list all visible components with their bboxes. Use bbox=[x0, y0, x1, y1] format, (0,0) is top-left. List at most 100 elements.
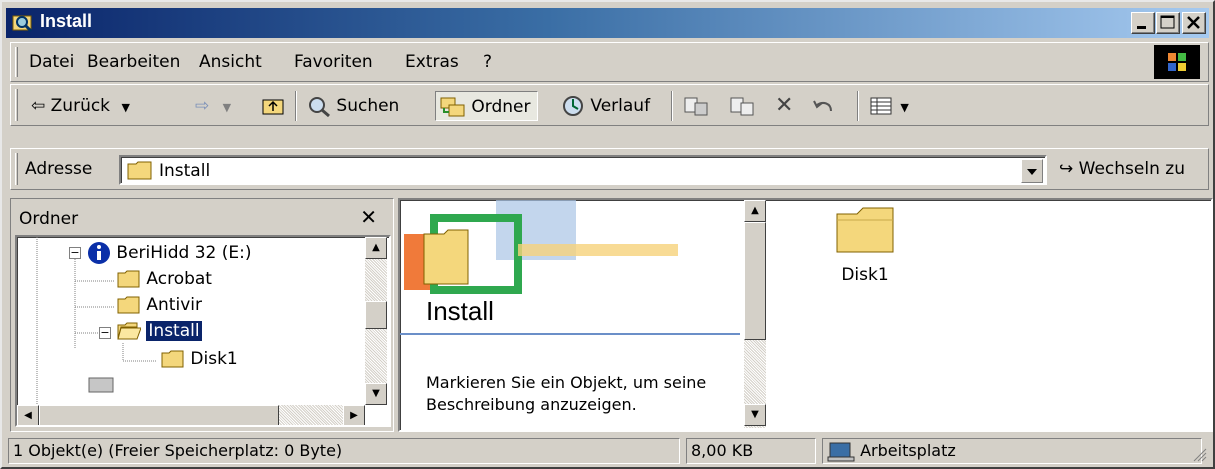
undo-button[interactable] bbox=[811, 91, 837, 121]
my-computer-icon bbox=[827, 442, 855, 461]
menu-edit[interactable]: Bearbeiten bbox=[87, 52, 180, 72]
address-bar: Adresse Install ↪ Wechseln zu bbox=[10, 148, 1209, 190]
scroll-down-button[interactable]: ▼ bbox=[744, 404, 766, 426]
folder-tree: − − BeriHidd 32 (E:) Acrobat Antivir Ins… bbox=[15, 235, 391, 427]
menu-file[interactable]: Datei bbox=[29, 52, 74, 72]
file-item-label: Disk1 bbox=[841, 265, 889, 285]
tree-horizontal-scrollbar[interactable]: ◀ ▶ bbox=[17, 405, 365, 425]
tree-item-drive[interactable]: BeriHidd 32 (E:) bbox=[87, 241, 252, 265]
back-button[interactable]: ⇦ Zurück ▼ bbox=[31, 91, 130, 121]
history-button[interactable]: Verlauf bbox=[561, 91, 650, 121]
content-pane: Install Markieren Sie ein Objekt, um sei… bbox=[398, 198, 1213, 432]
search-label: Suchen bbox=[336, 96, 400, 116]
address-dropdown-button[interactable] bbox=[1021, 159, 1043, 183]
tree-vertical-scrollbar[interactable]: ▲ ▼ bbox=[365, 237, 387, 405]
back-dropdown-icon[interactable]: ▼ bbox=[121, 101, 129, 114]
address-label: Adresse bbox=[25, 159, 93, 179]
views-button[interactable]: ▼ bbox=[869, 91, 909, 121]
forward-dropdown-icon[interactable]: ▼ bbox=[223, 101, 231, 114]
delete-icon: ✕ bbox=[775, 93, 794, 118]
menu-favorites[interactable]: Favoriten bbox=[294, 52, 373, 72]
up-folder-icon bbox=[262, 99, 284, 115]
minimize-button[interactable] bbox=[1131, 12, 1155, 34]
scroll-thumb[interactable] bbox=[744, 222, 766, 340]
menu-view[interactable]: Ansicht bbox=[199, 52, 262, 72]
status-zone: Arbeitsplatz bbox=[822, 438, 1202, 464]
scroll-thumb[interactable] bbox=[39, 405, 279, 425]
folder-icon bbox=[836, 207, 894, 253]
status-bar: 1 Objekt(e) (Freier Speicherplatz: 0 Byt… bbox=[6, 436, 1209, 466]
up-folder-button[interactable] bbox=[261, 91, 285, 121]
scroll-up-button[interactable]: ▲ bbox=[365, 237, 387, 259]
chevron-down-icon bbox=[1027, 169, 1037, 175]
explorer-window: Install Datei Bearbeiten Ansicht Favorit… bbox=[0, 0, 1215, 469]
scroll-down-button[interactable]: ▼ bbox=[365, 383, 387, 405]
tree-item-label: Acrobat bbox=[146, 269, 212, 289]
forward-button[interactable]: ⇨ ▼ bbox=[195, 91, 231, 121]
menu-bar-grip[interactable] bbox=[15, 47, 18, 77]
close-button[interactable] bbox=[1182, 12, 1206, 34]
web-view-title: Install bbox=[426, 296, 494, 326]
toolbar-grip[interactable] bbox=[15, 89, 18, 121]
address-bar-grip[interactable] bbox=[15, 153, 18, 185]
delete-button[interactable]: ✕ bbox=[775, 91, 793, 121]
folder-pane: Ordner ✕ − − BeriHidd 32 (E:) Acrobat An… bbox=[10, 198, 394, 432]
copy-to-button[interactable] bbox=[729, 91, 755, 121]
tree-item-partial[interactable] bbox=[87, 375, 117, 395]
folder-icon bbox=[117, 270, 140, 288]
web-view-panel: Install Markieren Sie ein Objekt, um sei… bbox=[400, 200, 770, 430]
go-arrow-icon: ↪ bbox=[1059, 159, 1074, 179]
tree-item-antivir[interactable]: Antivir bbox=[117, 295, 202, 315]
explorer-search-icon bbox=[12, 15, 33, 33]
scroll-right-button[interactable]: ▶ bbox=[343, 405, 365, 425]
address-input[interactable]: Install bbox=[119, 155, 1047, 185]
move-to-button[interactable] bbox=[683, 91, 709, 121]
menu-bar: Datei Bearbeiten Ansicht Favoriten Extra… bbox=[10, 42, 1209, 82]
views-dropdown-icon[interactable]: ▼ bbox=[900, 101, 908, 114]
toolbar-separator bbox=[295, 91, 297, 121]
folder-pane-title: Ordner bbox=[19, 209, 79, 229]
web-view-description: Markieren Sie ein Objekt, um seine Besch… bbox=[426, 373, 707, 414]
maximize-icon bbox=[1160, 15, 1175, 29]
scroll-left-button[interactable]: ◀ bbox=[17, 405, 39, 425]
standard-toolbar: ⇦ Zurück ▼ ⇨ ▼ Suchen Ordner Verlauf ✕ ▼ bbox=[10, 84, 1209, 126]
open-folder-icon bbox=[117, 322, 142, 340]
toolbar-separator bbox=[857, 91, 859, 121]
status-objects: 1 Objekt(e) (Freier Speicherplatz: 0 Byt… bbox=[8, 438, 680, 464]
maximize-button[interactable] bbox=[1156, 12, 1180, 34]
minimize-icon bbox=[1137, 26, 1146, 29]
menu-tools[interactable]: Extras bbox=[405, 52, 459, 72]
scroll-up-button[interactable]: ▲ bbox=[744, 200, 766, 222]
title-bar[interactable]: Install bbox=[6, 8, 1209, 38]
address-value: Install bbox=[159, 161, 211, 181]
folder-icon bbox=[161, 350, 184, 368]
copy-to-icon bbox=[730, 97, 754, 116]
scroll-thumb[interactable] bbox=[365, 301, 387, 329]
toolbar-separator bbox=[671, 91, 673, 121]
back-arrow-icon: ⇦ bbox=[31, 96, 46, 116]
go-label: Wechseln zu bbox=[1078, 159, 1185, 179]
search-button[interactable]: Suchen bbox=[307, 91, 399, 121]
info-drive-icon bbox=[88, 242, 110, 264]
file-item-disk1[interactable]: Disk1 bbox=[820, 204, 910, 285]
windows-flag-icon bbox=[1168, 53, 1186, 71]
resize-grip-icon[interactable] bbox=[1191, 446, 1207, 462]
folder-pane-close-icon[interactable]: ✕ bbox=[360, 205, 377, 229]
history-label: Verlauf bbox=[590, 96, 651, 116]
tree-item-install[interactable]: Install bbox=[117, 320, 203, 342]
tree-item-label: BeriHidd 32 (E:) bbox=[116, 243, 252, 263]
collapse-install-button[interactable]: − bbox=[99, 327, 111, 339]
menu-help[interactable]: ? bbox=[483, 52, 492, 72]
history-icon bbox=[563, 96, 583, 116]
windows-logo bbox=[1154, 45, 1200, 79]
tree-item-label: Antivir bbox=[146, 295, 202, 315]
tree-item-label: Disk1 bbox=[190, 349, 238, 369]
web-view-scrollbar[interactable]: ▲ ▼ bbox=[744, 200, 766, 428]
move-to-icon bbox=[684, 97, 708, 116]
go-button[interactable]: ↪ Wechseln zu bbox=[1059, 159, 1185, 179]
collapse-drive-button[interactable]: − bbox=[69, 247, 81, 259]
tree-item-acrobat[interactable]: Acrobat bbox=[117, 269, 212, 289]
folders-button[interactable]: Ordner bbox=[435, 91, 538, 121]
tree-item-disk1[interactable]: Disk1 bbox=[161, 349, 238, 369]
status-zone-label: Arbeitsplatz bbox=[860, 441, 956, 460]
